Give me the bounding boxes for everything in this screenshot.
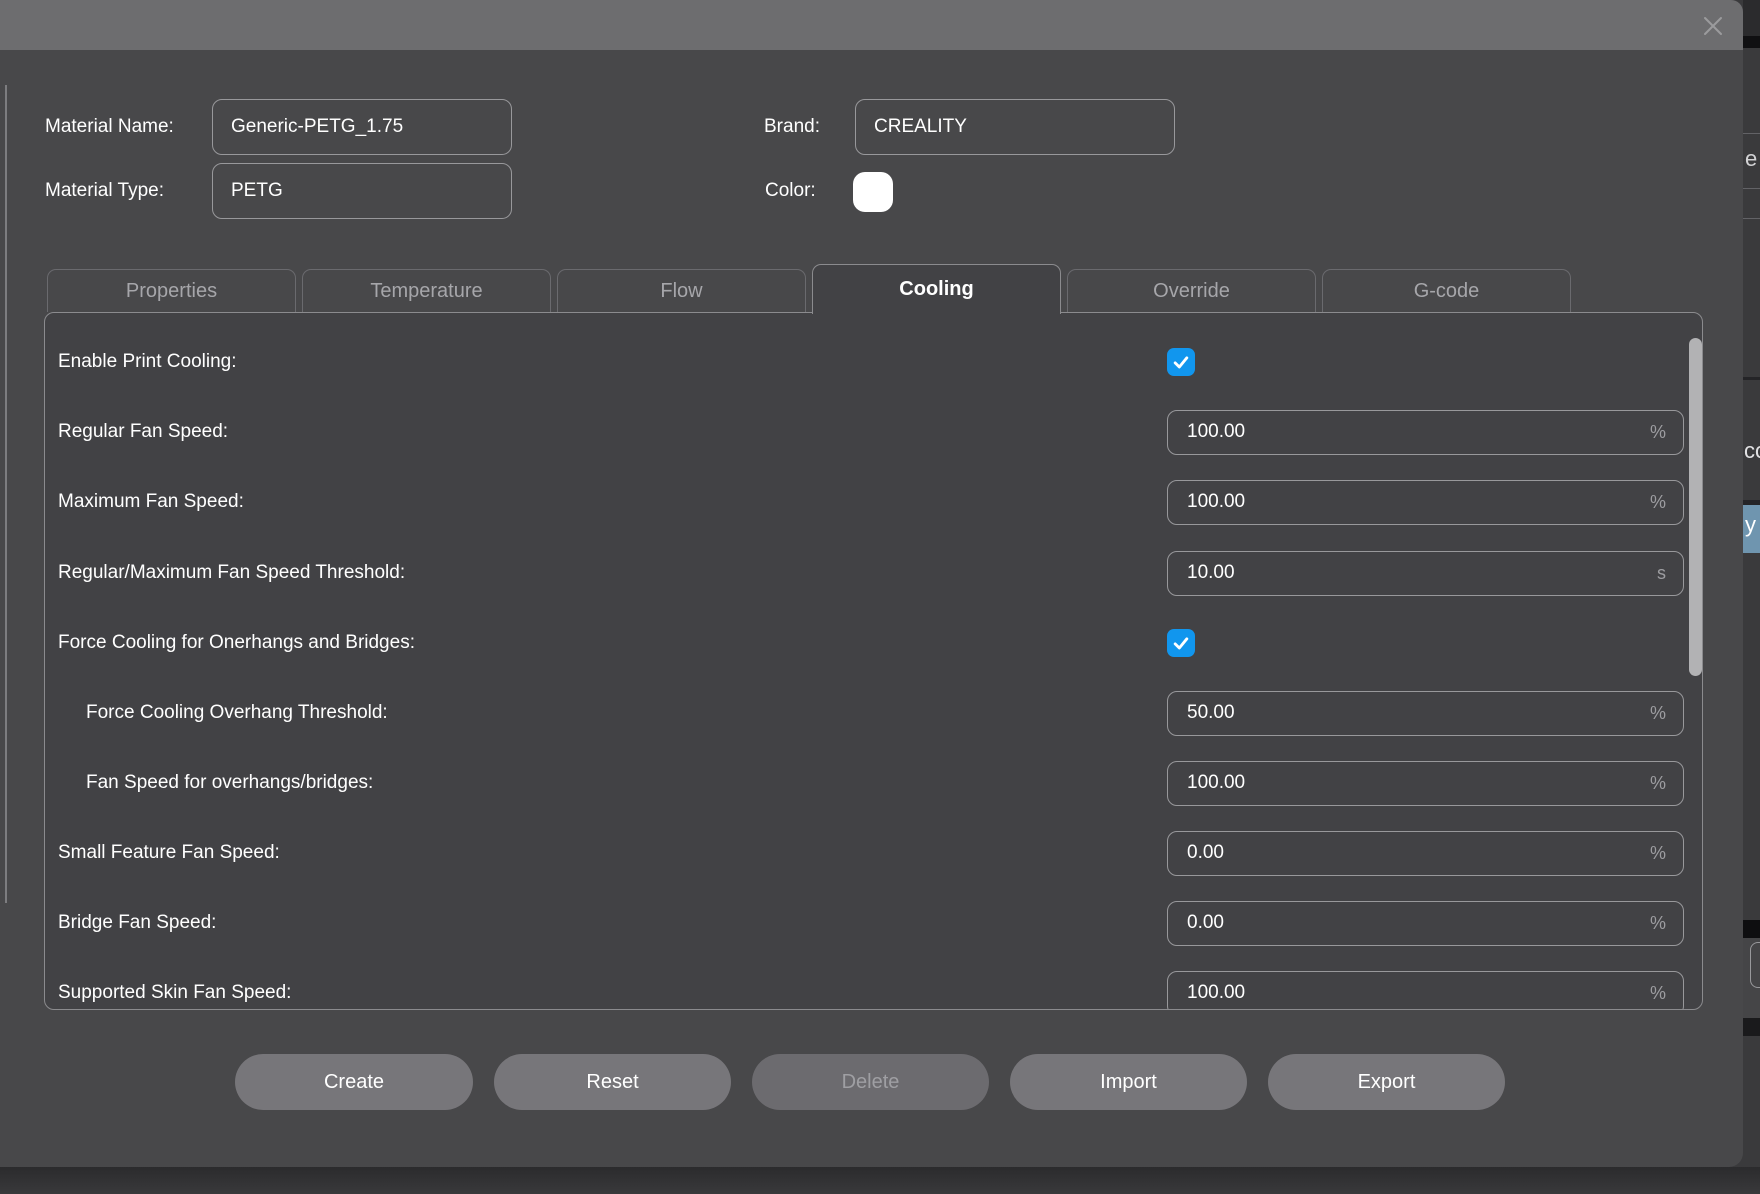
left-edge-divider: [5, 85, 7, 903]
setting-label: Fan Speed for overhangs/bridges:: [86, 772, 374, 793]
delete-button[interactable]: Delete: [752, 1054, 989, 1110]
close-button[interactable]: [1700, 13, 1726, 39]
force-cooling-overhang-threshold-input[interactable]: [1167, 690, 1684, 736]
setting-label: Small Feature Fan Speed:: [58, 842, 280, 863]
background-app-bottom-bar: [0, 1167, 1760, 1194]
background-band: [1743, 920, 1760, 938]
setting-row: Force Cooling for Onerhangs and Bridges:: [45, 608, 1702, 678]
tab-cooling[interactable]: Cooling: [812, 264, 1061, 314]
tab-temperature[interactable]: Temperature: [302, 269, 551, 312]
background-partial-text: co: [1744, 438, 1760, 463]
panel-scrollbar[interactable]: [1689, 338, 1702, 676]
small-feature-fan-speed-input[interactable]: [1167, 830, 1684, 876]
tab-gcode[interactable]: G-code: [1322, 269, 1571, 312]
background-divider: [1743, 188, 1760, 189]
reset-button[interactable]: Reset: [494, 1054, 731, 1110]
material-editor-dialog: Material Name: Material Type: Brand: Col…: [0, 0, 1743, 1167]
tab-properties[interactable]: Properties: [47, 269, 296, 312]
tab-override[interactable]: Override: [1067, 269, 1316, 312]
setting-label: Bridge Fan Speed:: [58, 912, 217, 933]
supported-skin-fan-speed-input[interactable]: [1167, 970, 1684, 1009]
create-button[interactable]: Create: [235, 1054, 473, 1110]
material-name-input[interactable]: [213, 100, 511, 154]
checkmark-icon: [1173, 637, 1189, 650]
setting-row: Fan Speed for overhangs/bridges: %: [45, 748, 1702, 818]
tab-flow[interactable]: Flow: [557, 269, 806, 312]
setting-row: Maximum Fan Speed: %: [45, 467, 1702, 537]
setting-label: Regular/Maximum Fan Speed Threshold:: [58, 562, 406, 583]
material-name-label: Material Name:: [45, 116, 174, 137]
setting-label: Maximum Fan Speed:: [58, 491, 244, 512]
brand-label: Brand:: [764, 116, 820, 137]
background-panel: [1743, 938, 1760, 1018]
background-partial-text: y: [1745, 512, 1756, 537]
background-divider: [1743, 218, 1760, 219]
color-swatch[interactable]: [853, 172, 893, 212]
setting-row: Bridge Fan Speed: %: [45, 888, 1702, 958]
setting-label: Force Cooling Overhang Threshold:: [86, 702, 388, 723]
regular-fan-speed-input[interactable]: [1167, 409, 1684, 455]
close-icon: [1704, 17, 1722, 35]
background-divider: [1743, 377, 1760, 380]
setting-label: Regular Fan Speed:: [58, 421, 229, 442]
import-button[interactable]: Import: [1010, 1054, 1247, 1110]
background-partial-text: e: [1745, 146, 1758, 171]
setting-row: Enable Print Cooling:: [45, 327, 1702, 397]
maximum-fan-speed-input[interactable]: [1167, 479, 1684, 525]
setting-row: Supported Skin Fan Speed: %: [45, 958, 1702, 1009]
background-band: [1743, 0, 1760, 36]
dialog-titlebar: [0, 0, 1743, 50]
screen: e co y Material Name: Material Type:: [0, 0, 1760, 1194]
fan-speed-threshold-input[interactable]: [1167, 550, 1684, 596]
background-button-edge: [1750, 942, 1760, 988]
setting-label: Force Cooling for Onerhangs and Bridges:: [58, 632, 415, 653]
brand-input[interactable]: [856, 100, 1174, 154]
setting-row: Force Cooling Overhang Threshold: %: [45, 678, 1702, 748]
setting-row: Regular Fan Speed: %: [45, 397, 1702, 467]
bridge-fan-speed-input[interactable]: [1167, 900, 1684, 946]
color-label: Color:: [765, 180, 816, 201]
fan-speed-overhangs-bridges-input[interactable]: [1167, 760, 1684, 806]
background-band: [1743, 1018, 1760, 1036]
force-cooling-overhangs-checkbox[interactable]: [1167, 629, 1195, 657]
material-type-label: Material Type:: [45, 180, 164, 201]
material-type-input[interactable]: [213, 164, 511, 218]
setting-row: Small Feature Fan Speed: %: [45, 818, 1702, 888]
cooling-settings-panel: Enable Print Cooling: Regular Fan Speed:…: [44, 312, 1703, 1010]
export-button[interactable]: Export: [1268, 1054, 1505, 1110]
background-app-right-strip: e co y: [1743, 0, 1760, 1167]
setting-row: Regular/Maximum Fan Speed Threshold: s: [45, 538, 1702, 608]
background-band: [1743, 36, 1760, 48]
background-divider: [1743, 133, 1760, 134]
checkmark-icon: [1173, 356, 1189, 369]
setting-label: Enable Print Cooling:: [58, 351, 237, 372]
setting-label: Supported Skin Fan Speed:: [58, 982, 292, 1003]
enable-print-cooling-checkbox[interactable]: [1167, 348, 1195, 376]
